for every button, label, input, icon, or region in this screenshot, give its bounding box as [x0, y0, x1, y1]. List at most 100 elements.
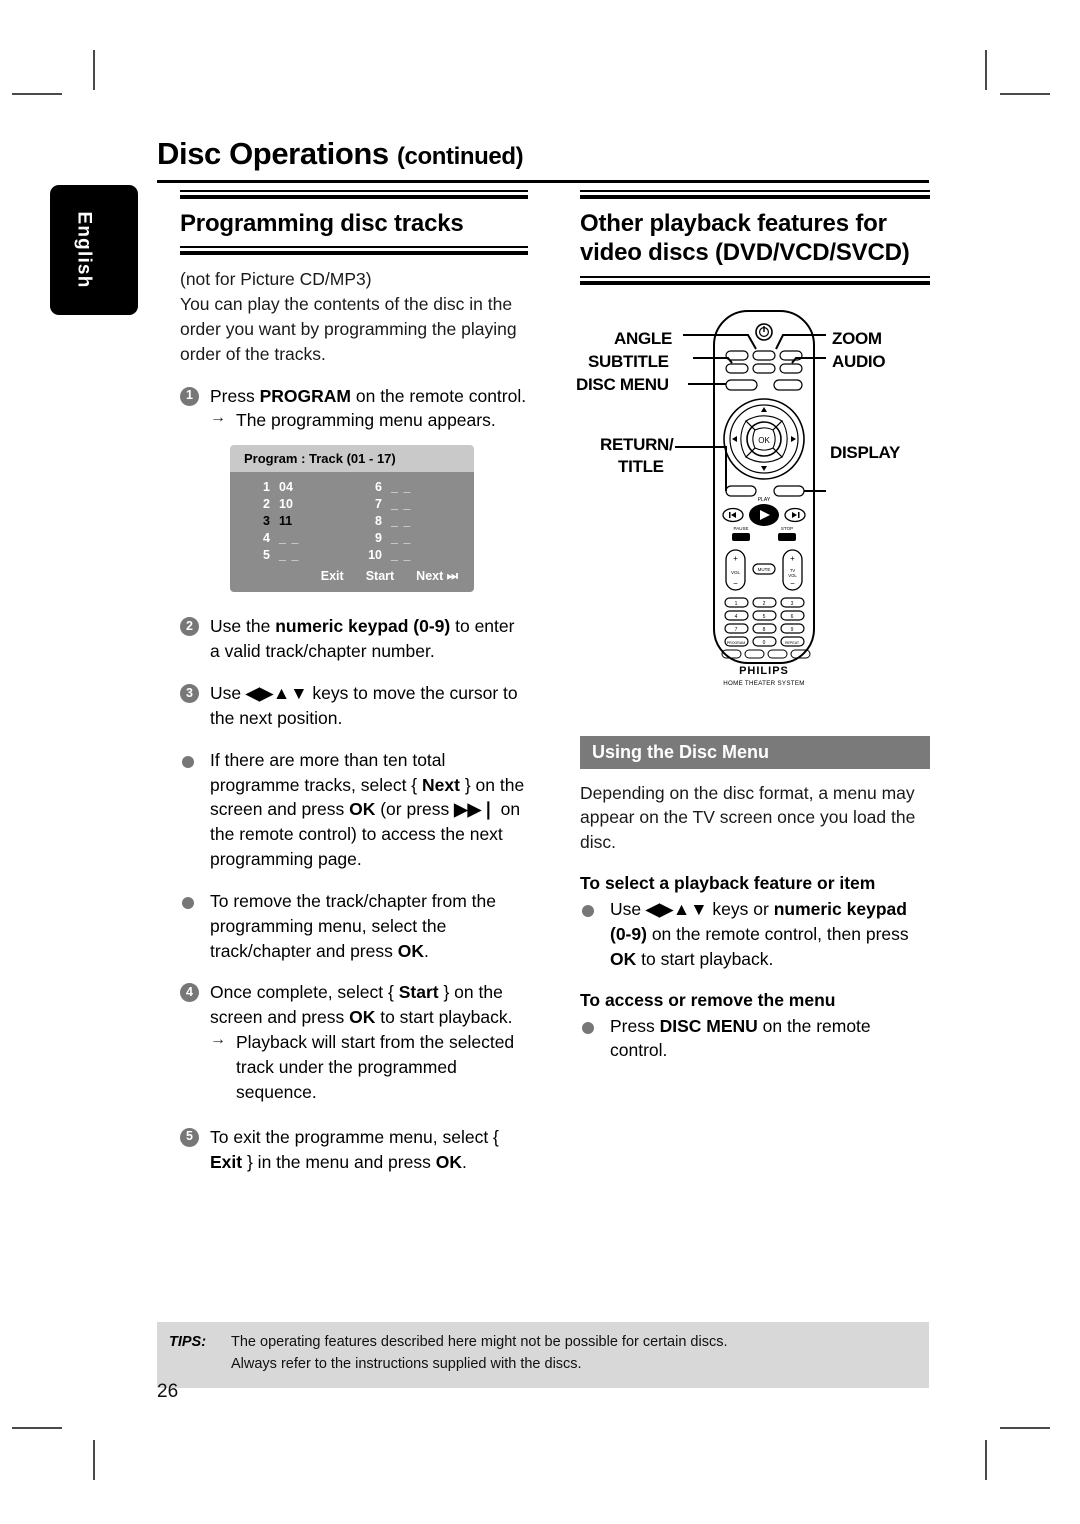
osd-header: Program : Track (01 - 17) — [230, 445, 474, 473]
svg-text:8: 8 — [763, 627, 766, 633]
philips-logo: PHILIPS — [739, 664, 789, 677]
osd-entry-index: 2 — [263, 497, 270, 512]
svg-text:+: + — [790, 554, 795, 563]
arrow-icon: → — [210, 1031, 226, 1049]
osd-entry[interactable]: 1 04 — [240, 480, 352, 494]
disc-menu-sub-heading-2: To access or remove the menu — [580, 989, 836, 1010]
tips-label: TIPS: — [169, 1334, 207, 1350]
osd-entry[interactable]: 2 10 — [240, 497, 352, 511]
osd-entry[interactable]: 6 _ _ — [352, 480, 464, 494]
bullet1-b1: Next — [422, 774, 460, 795]
crop-mark-top-left — [93, 50, 95, 90]
remote-svg: OK PLAY PAUSE STOP + − VOL + − TV VOL MU… — [675, 309, 826, 664]
osd-entry-value: _ _ — [279, 548, 300, 563]
bullet2-p2: . — [423, 940, 429, 961]
left-heading-rule-bottom — [180, 246, 528, 256]
step-5-number: 5 — [180, 1127, 199, 1147]
step-3-text-before: Use — [210, 683, 246, 704]
left-heading-rule-top — [180, 190, 528, 199]
dm-b2-p1: Press — [610, 1015, 660, 1036]
osd-start-button[interactable]: Start — [366, 569, 394, 584]
crop-mark-bottom-left-h — [12, 1427, 62, 1429]
osd-entry[interactable]: 9 _ _ — [352, 531, 464, 545]
step-1-bold: PROGRAM — [259, 385, 351, 406]
step-4-p3: to start playback. — [375, 1007, 513, 1028]
disc-menu-sub-heading-1: To select a playback feature or item — [580, 873, 876, 894]
osd-entry-value: 11 — [279, 514, 293, 529]
osd-entry-index: 8 — [375, 514, 382, 529]
osd-entry-selected[interactable]: 3 11 — [240, 514, 352, 528]
bullet-dot-icon — [182, 755, 194, 768]
disc-menu-bullet-1: Use ◀▶▲▼ keys or numeric keypad (0-9) on… — [580, 897, 930, 972]
osd-entry-index: 4 — [263, 531, 270, 546]
osd-entry-grid: 1 04 6 _ _ 2 10 7 _ _ 3 11 8 _ _ 4 _ _ 9 _ _ 5 _ … — [240, 480, 464, 562]
osd-entry-index: 7 — [375, 497, 382, 512]
step-5: 5 To exit the programme menu, select { E… — [180, 1125, 528, 1175]
step-5-b2: OK — [435, 1151, 462, 1172]
right-heading-rule-top — [580, 190, 930, 199]
step-4-result: → Playback will start from the selected … — [210, 1030, 528, 1105]
osd-entry-index: 5 — [263, 548, 270, 563]
right-column: Other playback features for video discs … — [576, 190, 930, 1064]
step-1-result-text: The programming menu appears. — [236, 410, 496, 431]
language-tab-label: English — [73, 211, 95, 289]
osd-entry[interactable]: 10 _ _ — [352, 548, 464, 562]
osd-body: 1 04 6 _ _ 2 10 7 _ _ 3 11 8 _ _ 4 _ _ 9 _ _ 5 _ … — [230, 472, 474, 593]
osd-entry-value: _ _ — [391, 497, 412, 512]
crop-mark-top-left-h — [12, 93, 62, 95]
osd-next-button[interactable]: Next ⏭ — [416, 569, 458, 584]
right-section-heading: Other playback features for video discs … — [580, 210, 910, 267]
svg-text:2: 2 — [763, 601, 766, 607]
osd-exit-button[interactable]: Exit — [321, 569, 344, 584]
svg-text:0: 0 — [763, 640, 766, 646]
svg-text:4: 4 — [735, 614, 738, 620]
svg-text:PAUSE: PAUSE — [734, 526, 749, 531]
step-4-b2: OK — [349, 1007, 376, 1028]
bullet-dot-icon — [582, 1021, 594, 1034]
osd-entry[interactable]: 5 _ _ — [240, 548, 352, 562]
step-4-result-text: Playback will start from the selected tr… — [236, 1032, 515, 1102]
osd-entry-index: 9 — [375, 531, 382, 546]
dm-b1-p1: Use — [610, 899, 646, 920]
crop-mark-top-right — [985, 50, 987, 90]
bullet1-b2: OK — [349, 799, 376, 820]
disc-menu-intro: Depending on the disc format, a menu may… — [580, 782, 916, 853]
step-4-p1: Once complete, select { — [210, 982, 399, 1003]
svg-text:7: 7 — [735, 627, 738, 633]
svg-text:VOL: VOL — [731, 570, 741, 575]
osd-entry-value: _ _ — [391, 531, 412, 546]
osd-entry-value: _ _ — [279, 531, 300, 546]
osd-entry-index: 10 — [368, 548, 382, 563]
osd-entry-index: 6 — [375, 480, 382, 495]
bullet-remove-track: To remove the track/chapter from the pro… — [180, 889, 528, 964]
crop-mark-top-right-h — [1000, 93, 1050, 95]
osd-program-menu: Program : Track (01 - 17) 1 04 6 _ _ 2 10 7… — [230, 445, 474, 593]
dm-b2-b1: DISC MENU — [659, 1015, 758, 1036]
svg-text:3: 3 — [791, 601, 794, 607]
step-4-number: 4 — [180, 983, 199, 1003]
dm-b1-p4: to start playback. — [636, 948, 774, 969]
svg-text:OK: OK — [758, 436, 770, 445]
step-2-bold: numeric keypad (0-9) — [275, 616, 451, 637]
osd-entry[interactable]: 8 _ _ — [352, 514, 464, 528]
crop-mark-bottom-left — [93, 1440, 95, 1480]
disc-menu-section-bar: Using the Disc Menu — [580, 735, 930, 769]
osd-entry[interactable]: 7 _ _ — [352, 497, 464, 511]
tips-lines: The operating features described here mi… — [231, 1332, 728, 1376]
bullet2-b1: OK — [397, 940, 424, 961]
right-heading-rule-bottom — [580, 275, 930, 285]
bullet-dot-icon — [182, 896, 194, 909]
bullet-dot-icon — [582, 905, 594, 918]
disc-menu-bullet-2: Press DISC MENU on the remote control. — [580, 1014, 930, 1064]
osd-entry-value: 10 — [279, 497, 293, 512]
osd-entry[interactable]: 4 _ _ — [240, 531, 352, 545]
tips-box: TIPS: The operating features described h… — [157, 1322, 929, 1388]
language-tab: English — [50, 185, 138, 315]
svg-text:+: + — [733, 554, 738, 563]
crop-mark-bottom-right-h — [1000, 1427, 1050, 1429]
svg-text:PROGRAM: PROGRAM — [727, 641, 746, 645]
step-2: 2 Use the numeric keypad (0-9) to enter … — [180, 614, 528, 664]
dm-b1-p2: keys or — [707, 899, 774, 920]
bullet1-p1: If there are more than ten total program… — [210, 749, 446, 795]
dm-b1-b2: OK — [610, 948, 637, 969]
